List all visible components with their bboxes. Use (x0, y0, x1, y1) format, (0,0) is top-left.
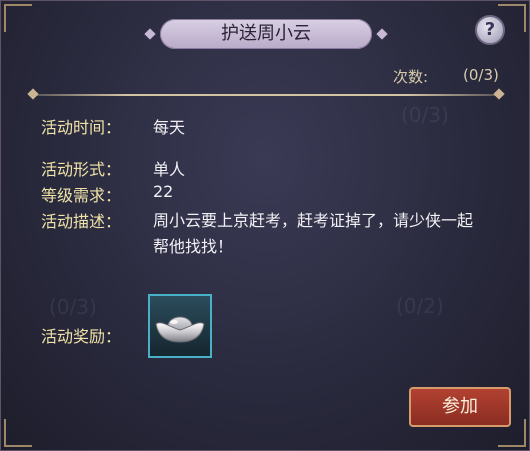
activity-dialog: (0/3) (0/3) (0/2) 护送周小云 ? 次数: (0/3) 活动时间… (0, 0, 530, 451)
background-ghost-text: (0/2) (396, 294, 444, 318)
attempts-value: (0/3) (463, 66, 499, 84)
background-ghost-text: (0/3) (401, 103, 449, 127)
background-ghost-text: (0/3) (49, 295, 97, 319)
silver-ingot-icon (155, 316, 205, 343)
title-bar: 护送周小云 (160, 19, 372, 49)
time-value: 每天 (153, 118, 186, 137)
join-button[interactable]: 参加 (409, 387, 511, 427)
time-label: 活动时间： (41, 118, 122, 137)
reward-slot[interactable] (148, 294, 212, 358)
level-label: 等级需求： (41, 186, 122, 205)
title-banner: 护送周小云 (144, 17, 388, 51)
frame-corner (4, 4, 32, 32)
divider-ornament-right (493, 88, 505, 100)
level-value: 22 (153, 182, 174, 201)
divider-ornament-left (27, 88, 39, 100)
help-button[interactable]: ? (475, 15, 505, 45)
form-value: 单人 (153, 160, 186, 179)
question-mark-icon: ? (484, 19, 496, 40)
title-diamond-left (144, 28, 156, 40)
description-text: 周小云要上京赶考，赶考证掉了，请少侠一起帮他找找！ (153, 211, 474, 256)
header-divider (31, 94, 501, 96)
reward-label: 活动奖励： (41, 327, 122, 346)
description-label: 活动描述： (41, 212, 122, 231)
attempts-label: 次数: (393, 68, 429, 86)
frame-corner (4, 419, 32, 447)
title-diamond-right (376, 28, 388, 40)
form-label: 活动形式： (41, 160, 122, 179)
dialog-title: 护送周小云 (221, 23, 311, 44)
